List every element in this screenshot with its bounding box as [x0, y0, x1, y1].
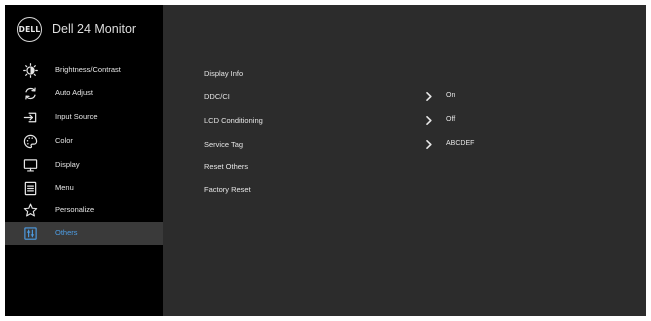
setting-value: On [446, 92, 456, 99]
setting-row-ddc-ci[interactable]: DDC/CI On [163, 87, 646, 107]
brightness-icon [23, 63, 38, 78]
chevron-right-icon [426, 140, 432, 149]
star-icon [23, 203, 38, 218]
chevron-right-icon [426, 116, 432, 125]
menu-icon [23, 181, 38, 196]
sidebar-item-label: Others [55, 228, 78, 237]
monitor-title: Dell 24 Monitor [52, 22, 137, 36]
sidebar-item-personalize[interactable]: Personalize [5, 199, 163, 222]
setting-label: Reset Others [204, 162, 249, 171]
setting-label: DDC/CI [204, 92, 230, 101]
brand-header: DELL Dell 24 Monitor [5, 5, 163, 57]
setting-row-lcd-conditioning[interactable]: LCD Conditioning Off [163, 111, 646, 131]
sidebar: DELL Dell 24 Monitor Brightness/Contrast… [5, 5, 163, 316]
color-palette-icon [23, 134, 38, 149]
display-icon [23, 158, 38, 173]
setting-label: Service Tag [204, 140, 244, 149]
setting-value: Off [446, 116, 456, 123]
setting-value: ABCDEF [446, 140, 475, 147]
setting-label: Display Info [204, 69, 244, 78]
setting-label: Factory Reset [204, 185, 251, 194]
setting-row-display-info[interactable]: Display Info [163, 64, 646, 84]
sidebar-item-label: Auto Adjust [55, 88, 93, 97]
sidebar-item-brightness-contrast[interactable]: Brightness/Contrast [5, 59, 163, 82]
sidebar-item-color[interactable]: Color [5, 130, 163, 153]
sidebar-item-display[interactable]: Display [5, 154, 163, 177]
sidebar-item-menu[interactable]: Menu [5, 177, 163, 200]
chevron-right-icon [426, 92, 432, 101]
dell-logo: DELL [17, 17, 42, 42]
others-icon [23, 226, 38, 241]
sidebar-item-others[interactable]: Others [5, 222, 163, 245]
setting-label: LCD Conditioning [204, 116, 263, 125]
auto-adjust-icon [23, 86, 38, 101]
sidebar-item-label: Color [55, 136, 73, 145]
setting-row-factory-reset[interactable]: Factory Reset [163, 180, 646, 200]
sidebar-item-input-source[interactable]: Input Source [5, 106, 163, 129]
monitor-osd-window: DELL Dell 24 Monitor Brightness/Contrast… [5, 5, 646, 316]
sidebar-item-auto-adjust[interactable]: Auto Adjust [5, 82, 163, 105]
setting-row-service-tag[interactable]: Service Tag ABCDEF [163, 135, 646, 155]
sidebar-item-label: Personalize [55, 205, 95, 214]
sidebar-item-label: Display [55, 160, 80, 169]
input-source-icon [23, 110, 38, 125]
settings-panel: Display Info DDC/CI On LCD Conditioning … [163, 5, 646, 316]
sidebar-item-label: Menu [55, 183, 74, 192]
sidebar-item-label: Input Source [55, 112, 98, 121]
sidebar-item-label: Brightness/Contrast [55, 65, 121, 74]
setting-row-reset-others[interactable]: Reset Others [163, 157, 646, 177]
